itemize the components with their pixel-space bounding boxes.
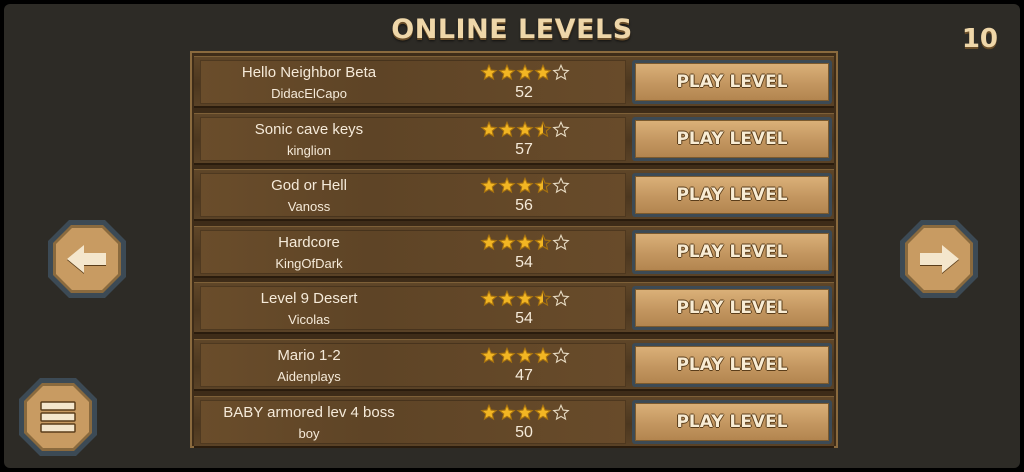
rating-stars	[480, 176, 572, 196]
star-icon	[552, 233, 570, 251]
level-author: Aidenplays	[277, 368, 341, 384]
rating-stars	[480, 233, 572, 253]
rating-stars	[480, 346, 572, 366]
star-icon	[480, 403, 498, 420]
level-author: kinglion	[286, 142, 332, 158]
star-icon	[534, 403, 552, 420]
level-name: Level 9 Desert	[260, 290, 358, 308]
star-icon	[552, 346, 570, 364]
play-count: 54	[515, 253, 533, 271]
star-icon	[480, 63, 498, 81]
prev-page-button[interactable]	[47, 219, 127, 299]
hamburger-menu-icon	[40, 401, 76, 433]
level-counter: 10	[961, 24, 998, 54]
level-author: Vicolas	[288, 312, 330, 328]
level-name: Mario 1-2	[277, 346, 341, 364]
play-level-button[interactable]: PLAY LEVEL	[632, 116, 832, 161]
menu-button[interactable]	[18, 377, 98, 457]
level-row: Hello Neighbor Beta DidacElCapo 52 PLAY LEV…	[194, 56, 834, 108]
star-icon	[516, 403, 534, 420]
star-icon	[534, 63, 552, 81]
play-level-button[interactable]: PLAY LEVEL	[632, 173, 832, 218]
play-level-button[interactable]: PLAY LEVEL	[632, 342, 832, 387]
star-icon	[516, 177, 534, 194]
game-screen: ONLINE LEVELS 10 Hello Neighbor Beta Dida…	[4, 4, 1020, 468]
star-icon	[516, 290, 534, 307]
level-row: Hardcore KingOfDark 54 PLAY LEVEL	[194, 225, 834, 278]
star-icon	[516, 233, 534, 251]
level-info-panel: Hello Neighbor Beta DidacElCapo 52	[200, 60, 626, 104]
star-icon	[498, 233, 516, 251]
level-row: Mario 1-2 Aidenplays 47 PLAY LEVEL	[194, 338, 834, 391]
star-icon	[498, 63, 516, 81]
level-info-panel: Mario 1-2 Aidenplays 47	[200, 342, 626, 387]
level-info-panel: Level 9 Desert Vicolas 54	[200, 286, 626, 331]
play-level-label: PLAY LEVEL	[635, 345, 829, 384]
level-name: Sonic cave keys	[254, 120, 364, 138]
star-icon	[480, 233, 498, 251]
star-icon	[480, 290, 498, 307]
rating-stars	[480, 289, 572, 309]
star-icon	[534, 120, 552, 137]
level-info-panel: Hardcore KingOfDark 54	[200, 229, 626, 274]
star-icon	[552, 177, 570, 194]
star-icon	[552, 290, 570, 307]
level-list: Hello Neighbor Beta DidacElCapo 52 PLAY LEV…	[190, 51, 838, 448]
level-row: Sonic cave keys kinglion 57 PLAY LEVEL	[194, 112, 834, 165]
play-level-label: PLAY LEVEL	[635, 402, 829, 441]
level-info-panel: Sonic cave keys kinglion 57	[200, 116, 626, 161]
play-level-label: PLAY LEVEL	[635, 176, 829, 215]
play-level-label: PLAY LEVEL	[635, 119, 829, 158]
star-icon	[534, 290, 552, 307]
level-row: BABY armored lev 4 boss boy 50 PLAY LEVEL	[194, 395, 834, 448]
level-info-panel: BABY armored lev 4 boss boy 50	[200, 399, 626, 444]
level-author: boy	[298, 425, 320, 441]
play-level-label: PLAY LEVEL	[635, 63, 829, 101]
level-name: Hardcore	[278, 233, 340, 251]
play-level-label: PLAY LEVEL	[635, 232, 829, 271]
star-icon	[480, 177, 498, 194]
level-name: Hello Neighbor Beta	[241, 64, 377, 81]
play-level-button[interactable]: PLAY LEVEL	[632, 286, 832, 331]
star-icon	[498, 177, 516, 194]
star-icon	[516, 63, 534, 81]
star-icon	[534, 346, 552, 364]
star-icon	[534, 177, 552, 194]
play-level-label: PLAY LEVEL	[635, 289, 829, 328]
level-info-panel: God or Hell Vanoss 56	[200, 173, 626, 218]
star-icon	[552, 63, 570, 81]
level-name: God or Hell	[271, 177, 347, 195]
star-icon	[480, 120, 498, 137]
star-icon	[534, 233, 552, 251]
star-icon	[552, 403, 570, 420]
rating-stars	[480, 403, 572, 423]
rating-stars	[480, 120, 572, 140]
play-level-button[interactable]: PLAY LEVEL	[632, 229, 832, 274]
play-level-button[interactable]: PLAY LEVEL	[632, 399, 832, 444]
play-count: 57	[515, 140, 533, 158]
play-count: 47	[515, 366, 533, 384]
star-icon	[480, 346, 498, 364]
play-count: 56	[515, 197, 533, 215]
star-icon	[498, 290, 516, 307]
rating-stars	[480, 63, 572, 83]
star-icon	[516, 120, 534, 137]
level-name: BABY armored lev 4 boss	[223, 403, 395, 421]
page-title: ONLINE LEVELS	[391, 14, 633, 45]
star-icon	[498, 403, 516, 420]
level-author: KingOfDark	[275, 255, 343, 271]
star-icon	[552, 120, 570, 137]
level-row: God or Hell Vanoss 56 PLAY LEVEL	[194, 169, 834, 222]
level-author: DidacElCapo	[271, 86, 347, 101]
level-row: Level 9 Desert Vicolas 54 PLAY LEVEL	[194, 282, 834, 335]
next-page-button[interactable]	[899, 219, 979, 299]
play-count: 52	[515, 84, 533, 101]
star-icon	[498, 346, 516, 364]
level-author: Vanoss	[287, 199, 331, 215]
play-level-button[interactable]: PLAY LEVEL	[632, 60, 832, 104]
play-count: 54	[515, 310, 533, 328]
star-icon	[498, 120, 516, 137]
play-count: 50	[515, 423, 533, 441]
star-icon	[516, 346, 534, 364]
